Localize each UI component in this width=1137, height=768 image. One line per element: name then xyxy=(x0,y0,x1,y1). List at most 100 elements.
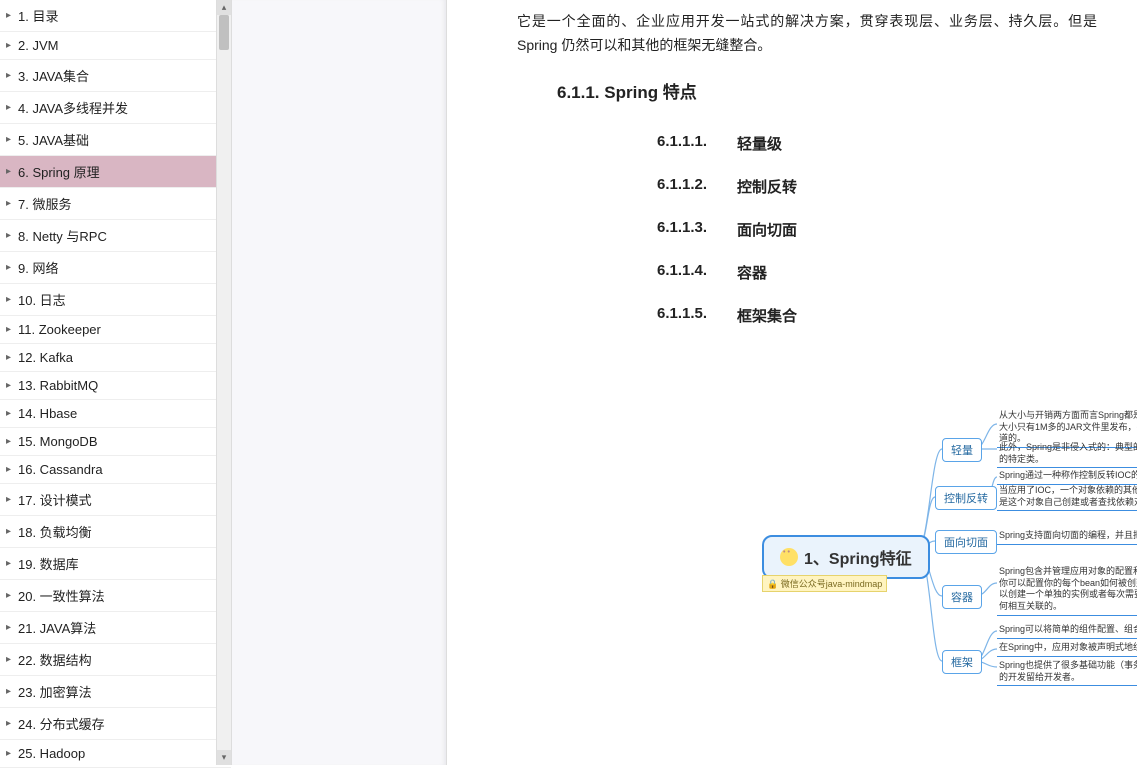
toc-item[interactable]: ▸14. Hbase xyxy=(0,400,231,428)
toc-item[interactable]: ▸4. JAVA多线程并发 xyxy=(0,92,231,124)
toc-item[interactable]: ▸13. RabbitMQ xyxy=(0,372,231,400)
mindmap-root-label: 1、Spring特征 xyxy=(804,545,912,569)
chevron-right-icon: ▸ xyxy=(6,198,16,209)
toc-item-label: 16. Cassandra xyxy=(18,462,103,477)
mindmap-leaf: Spring也提供了很多基础功能（事务管理、持久化框架集成等），将应用逻辑的开发… xyxy=(997,659,1137,686)
chevron-right-icon: ▸ xyxy=(6,718,16,729)
mindmap-node-aop: 面向切面 xyxy=(935,530,997,554)
toc-item-label: 3. JAVA集合 xyxy=(18,66,89,85)
scroll-down-icon[interactable]: ▾ xyxy=(217,750,231,765)
chevron-right-icon: ▸ xyxy=(6,748,16,759)
subsection-heading: 6.1.1.5.框架集合 xyxy=(657,305,1097,326)
toc-item-label: 20. 一致性算法 xyxy=(18,586,105,605)
mindmap-leaf: Spring可以将简单的组件配置、组合成为复杂的应用。 xyxy=(997,623,1137,639)
chevron-right-icon: ▸ xyxy=(6,102,16,113)
subsection-heading: 6.1.1.1.轻量级 xyxy=(657,133,1097,154)
toc-item-label: 23. 加密算法 xyxy=(18,682,92,701)
toc-item[interactable]: ▸20. 一致性算法 xyxy=(0,580,231,612)
scroll-up-icon[interactable]: ▴ xyxy=(217,0,231,15)
subsection-number: 6.1.1.1. xyxy=(657,133,737,154)
chevron-right-icon: ▸ xyxy=(6,324,16,335)
toc-item[interactable]: ▸12. Kafka xyxy=(0,344,231,372)
toc-item[interactable]: ▸3. JAVA集合 xyxy=(0,60,231,92)
toc-item-label: 1. 目录 xyxy=(18,6,58,25)
chevron-right-icon: ▸ xyxy=(6,654,16,665)
chevron-right-icon: ▸ xyxy=(6,380,16,391)
toc-item[interactable]: ▸17. 设计模式 xyxy=(0,484,231,516)
mindmap-leaf: 在Spring中，应用对象被声明式地组合，典型的是在一个XML文件里。 xyxy=(997,641,1137,657)
chevron-right-icon: ▸ xyxy=(6,590,16,601)
chevron-right-icon: ▸ xyxy=(6,40,16,51)
mindmap-leaf: Spring包含并管理应用对象的配置和生命周期，在这个意义上它是一种容器，你可以… xyxy=(997,565,1137,616)
chevron-right-icon: ▸ xyxy=(6,70,16,81)
subsection-number: 6.1.1.3. xyxy=(657,219,737,240)
subsection-heading: 6.1.1.2.控制反转 xyxy=(657,176,1097,197)
mindmap-leaf: Spring通过一种称作控制反转IOC的技术促进了低耦合。 xyxy=(997,469,1137,485)
mindmap-node-container: 容器 xyxy=(942,585,982,609)
toc-item[interactable]: ▸6. Spring 原理 xyxy=(0,156,231,188)
chevron-right-icon: ▸ xyxy=(6,464,16,475)
toc-item-label: 4. JAVA多线程并发 xyxy=(18,98,128,117)
toc-item[interactable]: ▸2. JVM xyxy=(0,32,231,60)
toc-item-label: 7. 微服务 xyxy=(18,194,71,213)
toc-item-label: 12. Kafka xyxy=(18,350,73,365)
toc-sidebar: ▸1. 目录▸2. JVM▸3. JAVA集合▸4. JAVA多线程并发▸5. … xyxy=(0,0,232,765)
chevron-right-icon: ▸ xyxy=(6,408,16,419)
subsection-title: 控制反转 xyxy=(737,176,797,197)
chevron-right-icon: ▸ xyxy=(6,262,16,273)
subsection-number: 6.1.1.5. xyxy=(657,305,737,326)
document-viewport: 它是一个全面的、企业应用开发一站式的解决方案，贯穿表现层、业务层、持久层。但是 … xyxy=(232,0,1137,765)
toc-item-label: 9. 网络 xyxy=(18,258,58,277)
toc-item-label: 13. RabbitMQ xyxy=(18,378,98,393)
toc-item-label: 5. JAVA基础 xyxy=(18,130,89,149)
toc-item-label: 22. 数据结构 xyxy=(18,650,92,669)
chevron-right-icon: ▸ xyxy=(6,352,16,363)
toc-item-label: 17. 设计模式 xyxy=(18,490,92,509)
subsection-title: 容器 xyxy=(737,262,767,283)
mindmap-node-framework: 框架 xyxy=(942,650,982,674)
scroll-thumb[interactable] xyxy=(219,15,229,50)
chevron-right-icon: ▸ xyxy=(6,558,16,569)
mindmap-node-ioc: 控制反转 xyxy=(935,486,997,510)
page-gutter xyxy=(232,0,447,765)
toc-item[interactable]: ▸8. Netty 与RPC xyxy=(0,220,231,252)
subsection-number: 6.1.1.4. xyxy=(657,262,737,283)
toc-item[interactable]: ▸5. JAVA基础 xyxy=(0,124,231,156)
chevron-right-icon: ▸ xyxy=(6,686,16,697)
subsection-heading: 6.1.1.3.面向切面 xyxy=(657,219,1097,240)
mindmap-leaf: 当应用了IOC，一个对象依赖的其他对象会通过被动的方式传递进来，而不是这个对象自… xyxy=(997,484,1137,511)
heading-611: 6.1.1. Spring 特点 xyxy=(557,78,1097,103)
mindmap-source-tag: 🔒 微信公众号java-mindmap xyxy=(762,575,887,592)
toc-item[interactable]: ▸9. 网络 xyxy=(0,252,231,284)
chevron-right-icon: ▸ xyxy=(6,10,16,21)
toc-item[interactable]: ▸15. MongoDB xyxy=(0,428,231,456)
toc-item[interactable]: ▸11. Zookeeper xyxy=(0,316,231,344)
mindmap-node-light: 轻量 xyxy=(942,438,982,462)
toc-item[interactable]: ▸21. JAVA算法 xyxy=(0,612,231,644)
toc-item-label: 15. MongoDB xyxy=(18,434,98,449)
chevron-right-icon: ▸ xyxy=(6,166,16,177)
toc-item[interactable]: ▸22. 数据结构 xyxy=(0,644,231,676)
toc-item[interactable]: ▸19. 数据库 xyxy=(0,548,231,580)
toc-item[interactable]: ▸24. 分布式缓存 xyxy=(0,708,231,740)
toc-item[interactable]: ▸25. Hadoop xyxy=(0,740,231,768)
toc-item[interactable]: ▸10. 日志 xyxy=(0,284,231,316)
toc-item-label: 2. JVM xyxy=(18,38,58,53)
toc-item[interactable]: ▸23. 加密算法 xyxy=(0,676,231,708)
toc-item[interactable]: ▸7. 微服务 xyxy=(0,188,231,220)
subsection-title: 面向切面 xyxy=(737,219,797,240)
mindmap-root: 1、Spring特征 xyxy=(762,535,930,579)
toc-item[interactable]: ▸1. 目录 xyxy=(0,0,231,32)
sidebar-scrollbar[interactable]: ▴ ▾ xyxy=(216,0,231,765)
toc-item[interactable]: ▸16. Cassandra xyxy=(0,456,231,484)
subsection-title: 框架集合 xyxy=(737,305,797,326)
chevron-right-icon: ▸ xyxy=(6,436,16,447)
subsection-number: 6.1.1.2. xyxy=(657,176,737,197)
toc-item-label: 25. Hadoop xyxy=(18,746,85,761)
toc-item[interactable]: ▸18. 负载均衡 xyxy=(0,516,231,548)
chevron-right-icon: ▸ xyxy=(6,230,16,241)
chevron-right-icon: ▸ xyxy=(6,526,16,537)
toc-item-label: 21. JAVA算法 xyxy=(18,618,96,637)
toc-item-label: 11. Zookeeper xyxy=(18,322,101,337)
chevron-right-icon: ▸ xyxy=(6,622,16,633)
